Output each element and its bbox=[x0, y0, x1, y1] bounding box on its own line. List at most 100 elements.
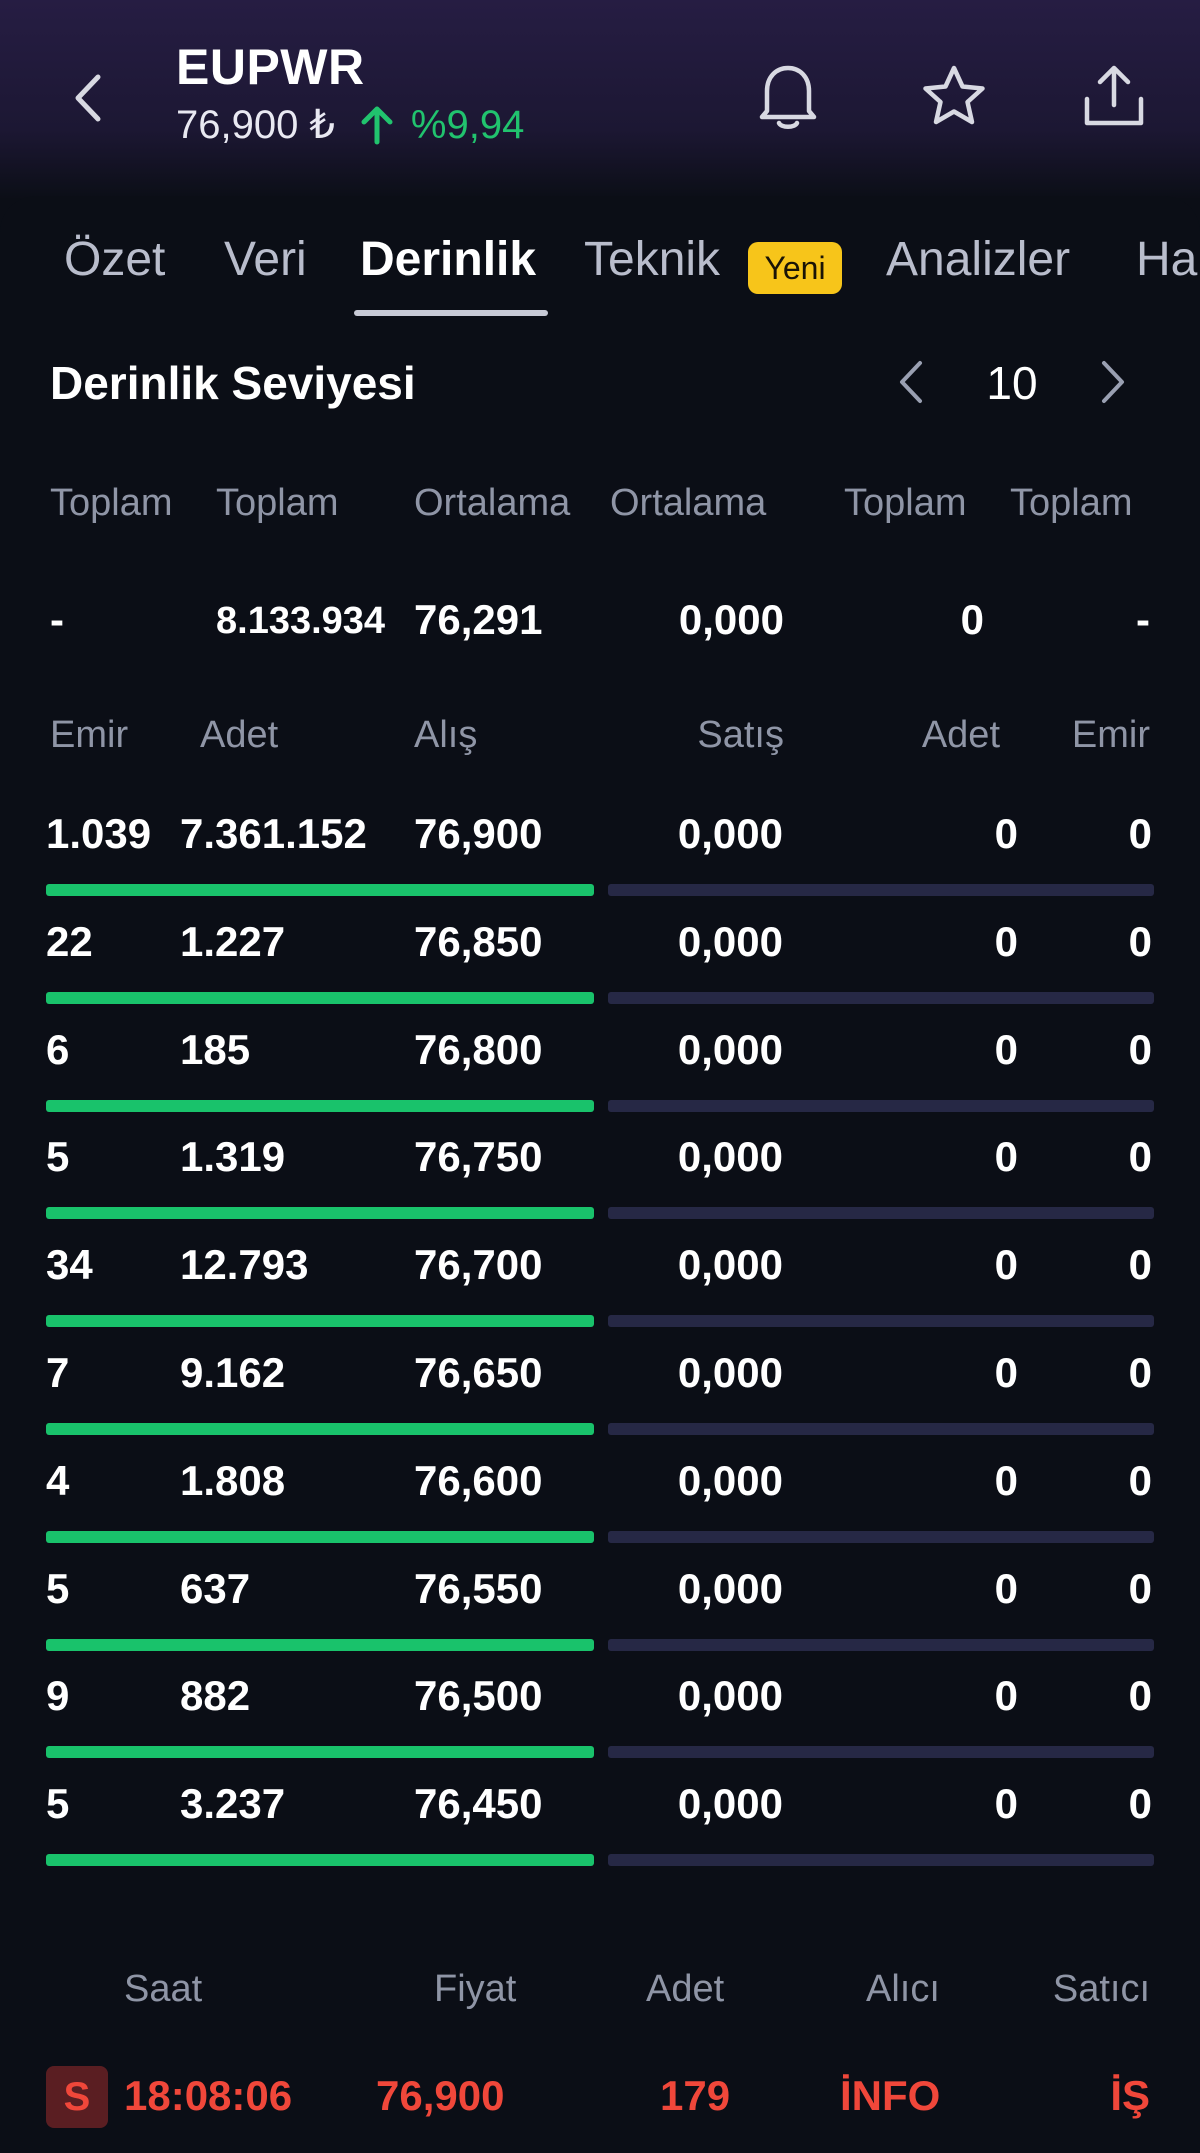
depth-cell-bid-orders: 5 bbox=[46, 1133, 70, 1181]
summary-header-total-orders-ask: Toplam bbox=[1010, 482, 1133, 524]
summary-header-avg-ask: Ortalama bbox=[610, 482, 767, 524]
depth-cell-ask-qty: 0 bbox=[994, 1456, 1018, 1504]
bid-volume-bar bbox=[46, 1099, 594, 1112]
depth-cell-bid-qty: 12.793 bbox=[180, 1241, 309, 1289]
back-button[interactable] bbox=[60, 62, 114, 134]
column-header-ask-orders: Emir bbox=[1071, 714, 1150, 756]
depth-row[interactable]: 6 185 76,800 0,000 0 0 bbox=[0, 1026, 1200, 1134]
level-next-button[interactable] bbox=[1084, 352, 1144, 412]
bid-volume-bar-fill bbox=[46, 1854, 594, 1867]
trade-seller: İŞ bbox=[1110, 2072, 1150, 2119]
column-header-ask-qty: Adet bbox=[921, 714, 1000, 756]
ask-volume-bar bbox=[608, 1423, 1154, 1435]
ask-volume-bar bbox=[608, 1207, 1154, 1220]
depth-level-value: 10 bbox=[986, 357, 1038, 409]
summary-avg-bid: 76,291 bbox=[414, 596, 543, 643]
favorite-button[interactable] bbox=[914, 56, 994, 136]
depth-row[interactable]: 9 882 76,500 0,000 0 0 bbox=[0, 1672, 1200, 1780]
depth-cell-bid-price: 76,600 bbox=[414, 1456, 543, 1504]
depth-cell-bid-orders: 6 bbox=[46, 1025, 70, 1073]
depth-cell-bid-orders: 1.039 bbox=[46, 810, 152, 857]
depth-row[interactable]: 1.039 7.361.152 76,900 0,000 0 0 bbox=[0, 810, 1200, 918]
bid-volume-bar bbox=[46, 991, 594, 1004]
alert-button[interactable] bbox=[748, 56, 828, 136]
depth-row[interactable]: 5 3.237 76,450 0,000 0 0 bbox=[0, 1780, 1200, 1888]
depth-cell-ask-price: 0,000 bbox=[677, 1672, 783, 1720]
tab-derinlik[interactable]: Derinlik bbox=[360, 232, 536, 287]
column-header-bid-price: Alış bbox=[414, 714, 478, 756]
depth-cell-ask-orders: 0 bbox=[1128, 1025, 1152, 1073]
summary-header-total-qty-bid: Toplam bbox=[216, 482, 339, 524]
tab-teknik[interactable]: Teknik bbox=[584, 232, 720, 287]
depth-cell-ask-qty: 0 bbox=[994, 810, 1018, 857]
summary-total-qty-bid: 8.133.934 bbox=[216, 600, 386, 642]
depth-row[interactable]: 7 9.162 76,650 0,000 0 0 bbox=[0, 1349, 1200, 1457]
summary-total-orders-ask: - bbox=[1136, 596, 1150, 643]
depth-row[interactable]: 5 1.319 76,750 0,000 0 0 bbox=[0, 1133, 1200, 1241]
arrow-up-icon bbox=[361, 106, 393, 145]
bid-volume-bar bbox=[46, 1854, 594, 1867]
header: EUPWR 76,900 ₺ %9,94 bbox=[0, 0, 1200, 196]
depth-cell-bid-qty: 882 bbox=[180, 1672, 251, 1720]
tab-ha[interactable]: Ha bbox=[1136, 232, 1197, 287]
trade-buyer: İNFO bbox=[840, 2072, 941, 2119]
depth-cell-bid-price: 76,650 bbox=[414, 1349, 543, 1396]
ask-volume-bar bbox=[608, 884, 1154, 896]
tab-ozet[interactable]: Özet bbox=[64, 232, 165, 287]
depth-cell-bid-price: 76,700 bbox=[414, 1241, 543, 1289]
depth-cell-bid-price: 76,550 bbox=[414, 1564, 543, 1612]
main-sheet: Özet Veri Derinlik Teknik Analizler Ha Y… bbox=[0, 196, 1200, 2153]
column-header-bid-qty: Adet bbox=[200, 714, 279, 756]
trades-header-time: Saat bbox=[124, 1968, 203, 2010]
app-root: EUPWR 76,900 ₺ %9,94 Özet Veri Derinlik … bbox=[0, 0, 1200, 2153]
trade-price: 76,900 bbox=[376, 2072, 505, 2119]
ask-volume-bar bbox=[608, 1854, 1154, 1867]
depth-cell-bid-price: 76,750 bbox=[414, 1133, 543, 1181]
bid-volume-bar-fill bbox=[46, 1207, 594, 1220]
depth-row[interactable]: 4 1.808 76,600 0,000 0 0 bbox=[0, 1457, 1200, 1565]
ask-volume-bar bbox=[608, 1099, 1154, 1112]
section-title: Derinlik Seviyesi bbox=[50, 357, 416, 409]
bid-volume-bar-fill bbox=[46, 1423, 594, 1435]
depth-cell-bid-orders: 34 bbox=[46, 1241, 93, 1289]
bid-volume-bar bbox=[46, 1207, 594, 1220]
depth-cell-ask-qty: 0 bbox=[994, 1564, 1018, 1612]
tab-bar: Özet Veri Derinlik Teknik Analizler Ha bbox=[0, 232, 1200, 316]
depth-cell-ask-qty: 0 bbox=[994, 917, 1018, 965]
level-prev-button[interactable] bbox=[880, 352, 940, 412]
chevron-left-icon bbox=[900, 361, 922, 403]
ask-volume-bar bbox=[608, 1746, 1154, 1759]
depth-cell-ask-orders: 0 bbox=[1128, 917, 1152, 965]
depth-cell-ask-orders: 0 bbox=[1128, 1133, 1152, 1181]
trade-time: 18:08:06 bbox=[124, 2072, 293, 2119]
trade-side-badge: S bbox=[46, 2066, 108, 2128]
trades-header-price: Fiyat bbox=[434, 1968, 517, 2010]
depth-cell-ask-price: 0,000 bbox=[677, 1564, 783, 1612]
trades-header-qty: Adet bbox=[646, 1968, 725, 2010]
depth-cell-bid-price: 76,900 bbox=[414, 810, 543, 857]
ask-volume-bar bbox=[608, 1315, 1154, 1328]
summary-header-avg-bid: Ortalama bbox=[414, 482, 571, 524]
column-header-ask-price: Satış bbox=[697, 714, 784, 756]
depth-row[interactable]: 5 637 76,550 0,000 0 0 bbox=[0, 1565, 1200, 1673]
depth-cell-ask-price: 0,000 bbox=[677, 1456, 783, 1504]
tab-veri[interactable]: Veri bbox=[224, 232, 307, 287]
ticker-symbol: EUPWR bbox=[176, 39, 365, 95]
depth-cell-ask-orders: 0 bbox=[1128, 1780, 1152, 1828]
depth-cell-ask-orders: 0 bbox=[1128, 1241, 1152, 1289]
tab-analizler[interactable]: Analizler bbox=[886, 232, 1070, 287]
chevron-left-icon bbox=[75, 74, 101, 122]
bid-volume-bar-fill bbox=[46, 1099, 594, 1112]
new-badge: Yeni bbox=[748, 242, 842, 294]
depth-cell-ask-orders: 0 bbox=[1128, 810, 1152, 857]
price-change: %9,94 bbox=[410, 102, 525, 147]
bid-volume-bar-fill bbox=[46, 1315, 594, 1328]
depth-cell-ask-orders: 0 bbox=[1128, 1456, 1152, 1504]
trades-header-buyer: Alıcı bbox=[866, 1968, 940, 2010]
summary-total-qty-ask: 0 bbox=[960, 596, 984, 643]
depth-row[interactable]: 34 12.793 76,700 0,000 0 0 bbox=[0, 1241, 1200, 1349]
share-button[interactable] bbox=[1074, 56, 1154, 136]
bid-volume-bar bbox=[46, 1746, 594, 1759]
depth-cell-bid-price: 76,800 bbox=[414, 1025, 543, 1073]
depth-row[interactable]: 22 1.227 76,850 0,000 0 0 bbox=[0, 918, 1200, 1026]
